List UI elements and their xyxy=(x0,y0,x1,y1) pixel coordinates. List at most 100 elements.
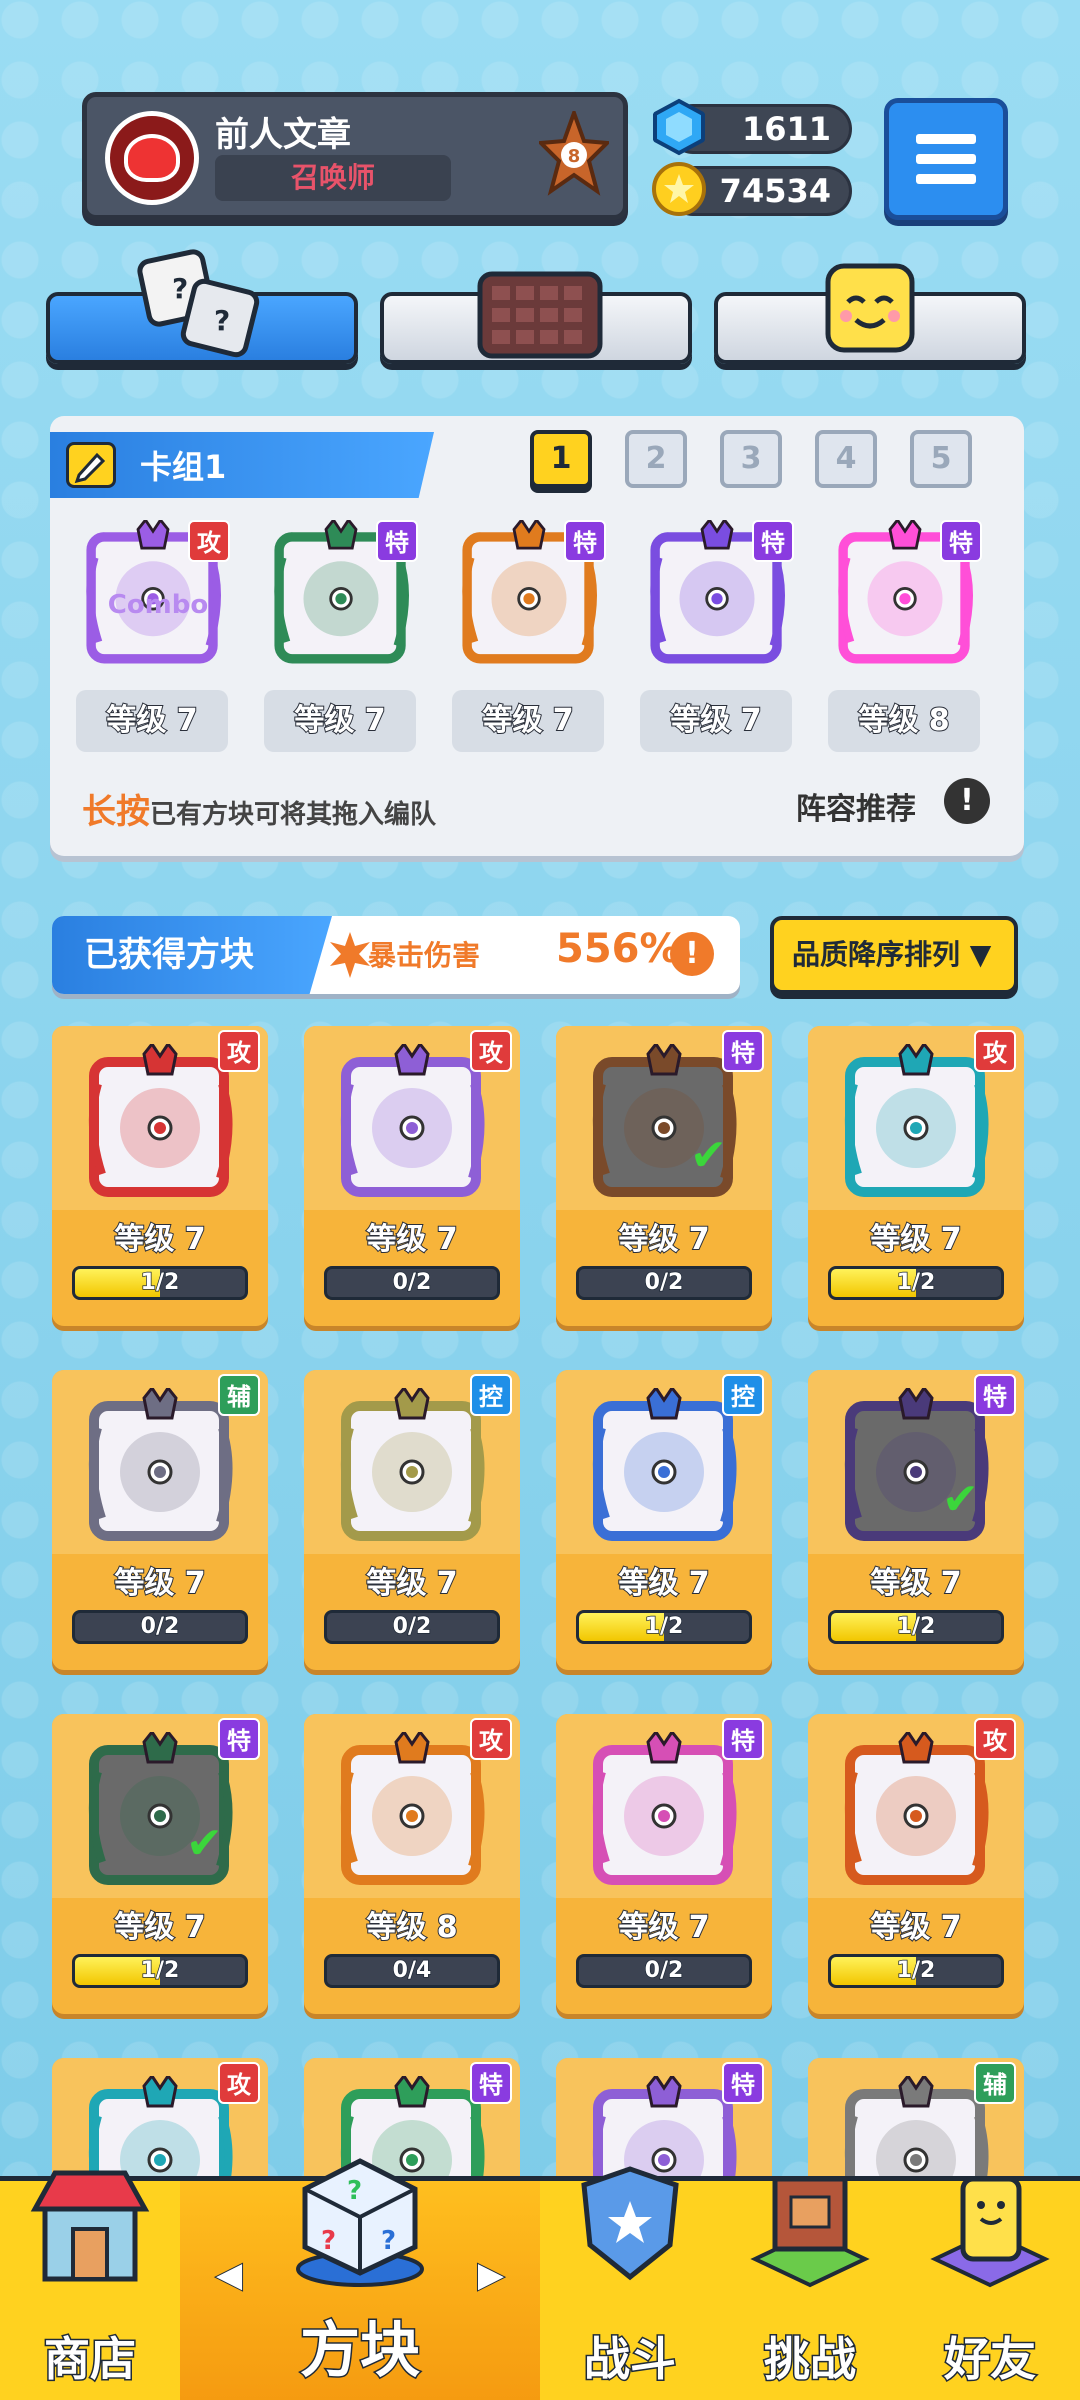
card-type-badge: 特 xyxy=(722,2062,764,2104)
svg-text:?: ? xyxy=(381,2226,396,2256)
crit-damage-value: 556% xyxy=(556,926,680,972)
menu-icon-line xyxy=(916,154,976,164)
upgrade-progress-bar: 1/2 xyxy=(72,1266,248,1300)
deck-title-banner[interactable]: 卡组1 xyxy=(50,432,434,498)
nav-shop-label: 商店 xyxy=(43,2331,138,2388)
progress-text: 0/2 xyxy=(392,1269,432,1296)
friends-character-icon xyxy=(930,2176,1050,2288)
deck-card[interactable]: Combo 攻 xyxy=(78,517,230,670)
player-profile-card[interactable]: 前人文章 召唤师 8 xyxy=(82,92,628,220)
nav-friends[interactable]: 好友 xyxy=(900,2176,1080,2400)
battle-shield-icon xyxy=(581,2166,679,2281)
card-type-badge: 特 xyxy=(722,1718,764,1760)
owned-block-card[interactable]: 特等级 7 0/2 xyxy=(556,1714,772,2014)
deck-card[interactable]: 特 xyxy=(266,517,418,670)
block-frame xyxy=(584,1729,744,1892)
nav-shop[interactable]: 商店 xyxy=(0,2170,180,2400)
nav-challenge[interactable]: 挑战 xyxy=(720,2176,900,2400)
rank-number: 8 xyxy=(568,146,581,167)
card-type-badge: 特 xyxy=(470,2062,512,2104)
owned-block-card[interactable]: 特 ✔ 等级 7 1/2 xyxy=(808,1370,1024,1670)
nav-prev-arrow-icon[interactable]: ◀ xyxy=(215,2254,243,2296)
card-type-badge: 特 xyxy=(752,520,794,562)
svg-text:?: ? xyxy=(214,304,230,337)
deck-card-level: 等级 7 xyxy=(76,690,228,752)
card-logo-text: Combo xyxy=(107,590,209,620)
svg-text:?: ? xyxy=(321,2226,336,2256)
gem-count: 1611 xyxy=(741,110,831,148)
progress-text: 1/2 xyxy=(140,1269,180,1296)
crit-info-icon[interactable]: ! xyxy=(670,932,714,976)
in-deck-check-icon: ✔ xyxy=(942,1474,979,1525)
card-type-badge: 攻 xyxy=(974,1030,1016,1072)
progress-text: 0/2 xyxy=(392,1613,432,1640)
svg-text:?: ? xyxy=(172,272,188,305)
lineup-recommend-button[interactable]: 阵容推荐 xyxy=(796,784,916,828)
player-avatar[interactable] xyxy=(105,111,199,205)
hint-strong: 长按 xyxy=(82,792,150,832)
menu-icon-line xyxy=(916,134,976,144)
owned-block-card[interactable]: 辅等级 7 0/2 xyxy=(52,1370,268,1670)
progress-text: 1/2 xyxy=(644,1613,684,1640)
deck-card[interactable]: 特 xyxy=(454,517,606,670)
owned-block-card[interactable]: 攻等级 7 1/2 xyxy=(808,1026,1024,1326)
owned-block-card[interactable]: 攻等级 7 1/2 xyxy=(52,1026,268,1326)
card-type-badge: 攻 xyxy=(974,1718,1016,1760)
drag-hint: 长按已有方块可将其拖入编队 xyxy=(82,784,436,833)
nav-next-arrow-icon[interactable]: ▶ xyxy=(477,2254,505,2296)
owned-blocks-title: 已获得方块 xyxy=(52,916,332,994)
progress-text: 0/2 xyxy=(644,1269,684,1296)
card-type-badge: 辅 xyxy=(974,2062,1016,2104)
card-type-badge: 攻 xyxy=(218,1030,260,1072)
deck-page-5[interactable]: 5 xyxy=(910,430,972,488)
block-level: 等级 7 xyxy=(113,1565,206,1602)
block-frame xyxy=(332,1729,492,1892)
owned-block-card[interactable]: 特 ✔ 等级 7 1/2 xyxy=(52,1714,268,2014)
block-level: 等级 7 xyxy=(365,1221,458,1258)
progress-text: 0/2 xyxy=(140,1613,180,1640)
edit-pencil-icon[interactable] xyxy=(66,442,116,488)
block-frame xyxy=(836,1041,996,1204)
block-frame xyxy=(80,1041,240,1204)
deck-page-1[interactable]: 1 xyxy=(530,430,592,488)
nav-blocks-label: 方块 xyxy=(299,2315,422,2388)
coin-icon xyxy=(652,162,706,216)
coin-count: 74534 xyxy=(719,172,831,210)
nav-blocks[interactable]: ? ? ? ◀ ▶ 方块 xyxy=(180,2158,540,2400)
owned-block-card[interactable]: 攻等级 8 0/4 xyxy=(304,1714,520,2014)
nav-battle[interactable]: 战斗 xyxy=(540,2166,720,2400)
block-level: 等级 7 xyxy=(869,1909,962,1946)
sort-dropdown[interactable]: 品质降序排列 ▼ xyxy=(770,916,1018,994)
info-icon[interactable]: ! xyxy=(944,778,990,824)
owned-block-card[interactable]: 攻等级 7 0/2 xyxy=(304,1026,520,1326)
owned-block-card[interactable]: 控等级 7 1/2 xyxy=(556,1370,772,1670)
block-level: 等级 7 xyxy=(869,1221,962,1258)
board-icon xyxy=(477,271,603,359)
owned-block-card[interactable]: 攻等级 7 1/2 xyxy=(808,1714,1024,2014)
card-type-badge: 攻 xyxy=(188,520,230,562)
crit-burst-icon xyxy=(330,932,370,978)
block-frame xyxy=(584,1385,744,1548)
upgrade-progress-bar: 0/2 xyxy=(576,1954,752,1988)
block-level: 等级 7 xyxy=(113,1909,206,1946)
owned-block-card[interactable]: 特 ✔ 等级 7 0/2 xyxy=(556,1026,772,1326)
nav-challenge-label: 挑战 xyxy=(763,2331,858,2388)
upgrade-progress-bar: 0/2 xyxy=(576,1266,752,1300)
owned-block-card[interactable]: 控等级 7 0/2 xyxy=(304,1370,520,1670)
card-type-badge: 特 xyxy=(722,1030,764,1072)
hint-text: 已有方块可将其拖入编队 xyxy=(150,800,437,830)
deck-page-3[interactable]: 3 xyxy=(720,430,782,488)
menu-button[interactable] xyxy=(884,98,1008,220)
block-level: 等级 7 xyxy=(617,1909,710,1946)
deck-page-4[interactable]: 4 xyxy=(815,430,877,488)
svg-text:?: ? xyxy=(347,2176,362,2206)
card-type-badge: 特 xyxy=(376,520,418,562)
deck-panel: 卡组1 12345 Combo 攻等级 7 特等级 7 特等级 7 特等级 7 特等级 8… xyxy=(50,416,1024,856)
card-type-badge: 特 xyxy=(974,1374,1016,1416)
deck-page-2[interactable]: 2 xyxy=(625,430,687,488)
deck-title: 卡组1 xyxy=(140,448,227,486)
deck-card[interactable]: 特 xyxy=(642,517,794,670)
upgrade-progress-bar: 0/4 xyxy=(324,1954,500,1988)
block-level: 等级 7 xyxy=(617,1565,710,1602)
deck-card[interactable]: 特 xyxy=(830,517,982,670)
